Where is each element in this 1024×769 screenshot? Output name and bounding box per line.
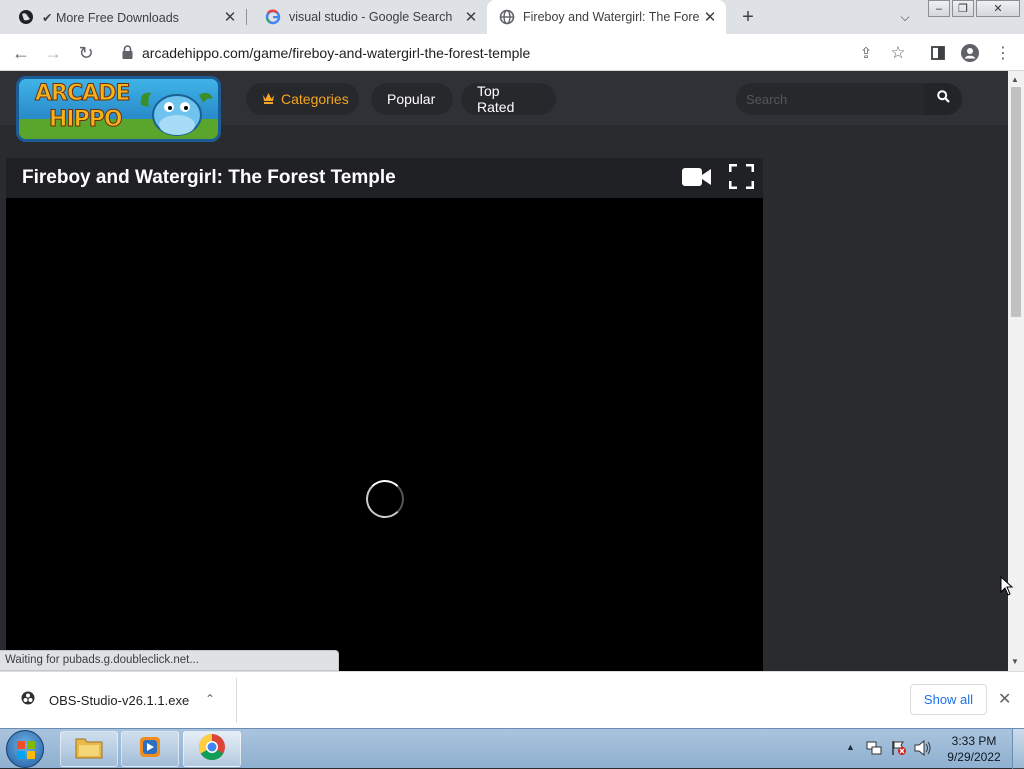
tab-fireboy-watergirl[interactable]: Fireboy and Watergirl: The Forest Temple…	[487, 0, 726, 34]
show-all-button[interactable]: Show all	[910, 684, 987, 715]
share-icon[interactable]: ⇪	[853, 40, 879, 66]
tab-title: ✔ More Free Downloads	[42, 10, 179, 25]
logo-text-hippo: HIPPO	[49, 107, 124, 133]
download-options-chevron-icon[interactable]: ⌃	[205, 692, 215, 706]
download-file-name: OBS-Studio-v26.1.1.exe	[49, 693, 190, 708]
back-arrow-icon[interactable]: ←	[8, 40, 34, 66]
popular-label: Popular	[387, 91, 436, 107]
download-shelf: OBS-Studio-v26.1.1.exe ⌃ Show all ✕	[0, 671, 1024, 728]
browser-tab-strip: ✔ More Free Downloads ✕ visual studio - …	[0, 0, 1024, 34]
action-center-flag-icon[interactable]	[891, 740, 907, 761]
tab-title: visual studio - Google Search	[289, 10, 453, 24]
status-bubble: Waiting for pubads.g.doubleclick.net...	[0, 650, 339, 671]
media-player-taskbar-button[interactable]	[121, 731, 179, 767]
game-title: Fireboy and Watergirl: The Forest Temple	[22, 167, 396, 188]
fullscreen-icon[interactable]	[728, 163, 755, 194]
google-g-icon	[265, 9, 281, 25]
scroll-down-arrow-icon[interactable]: ▼	[1011, 657, 1019, 666]
mouse-cursor-icon	[1000, 576, 1014, 596]
network-icon[interactable]	[866, 740, 882, 761]
logo-text-arcade: ARCADE	[34, 81, 130, 107]
bookmark-star-icon[interactable]: ☆	[885, 40, 911, 66]
forward-arrow-icon[interactable]: →	[40, 40, 66, 66]
tab-search-chevron-icon[interactable]: ⌵	[894, 8, 916, 26]
obs-file-icon	[21, 691, 35, 710]
crown-icon	[262, 91, 275, 107]
start-button[interactable]	[6, 730, 44, 768]
close-tab-icon[interactable]: ✕	[461, 7, 481, 27]
game-frame[interactable]	[6, 198, 763, 671]
windows-logo-icon	[17, 741, 35, 759]
volume-icon[interactable]	[914, 739, 932, 761]
close-window-icon[interactable]: ✕	[976, 0, 1020, 17]
scroll-up-arrow-icon[interactable]: ▲	[1011, 75, 1019, 84]
file-explorer-taskbar-button[interactable]	[60, 731, 118, 767]
chrome-taskbar-button[interactable]	[183, 731, 241, 767]
globe-icon	[499, 9, 515, 25]
game-title-bar: Fireboy and Watergirl: The Forest Temple	[6, 158, 763, 198]
profile-avatar-icon[interactable]	[957, 40, 983, 66]
system-clock[interactable]: 3:33 PM 9/29/2022	[940, 733, 1008, 765]
tab-more-free-downloads[interactable]: ✔ More Free Downloads ✕	[0, 0, 246, 34]
clock-time: 3:33 PM	[951, 734, 997, 748]
show-hidden-icons-icon[interactable]: ▲	[846, 742, 855, 752]
world-icon	[18, 9, 34, 25]
video-camera-icon[interactable]	[682, 167, 711, 192]
side-panel-icon[interactable]	[925, 40, 951, 66]
search-input[interactable]	[746, 89, 916, 109]
site-search	[736, 83, 962, 115]
search-icon	[936, 90, 950, 108]
browser-toolbar: ← → ↻ arcadehippo.com/game/fireboy-and-w…	[0, 34, 1024, 71]
reload-icon[interactable]: ↻	[73, 40, 99, 66]
tab-visual-studio-search[interactable]: visual studio - Google Search ✕	[247, 0, 487, 34]
loading-spinner-icon	[366, 480, 404, 518]
scrollbar-thumb[interactable]	[1011, 87, 1021, 317]
search-button[interactable]	[924, 83, 962, 115]
chrome-icon	[198, 733, 226, 766]
menu-kebab-icon[interactable]: ⋮	[990, 40, 1016, 66]
hippo-mascot-icon	[140, 92, 213, 136]
new-tab-plus-icon[interactable]: +	[736, 6, 760, 28]
lock-icon[interactable]	[122, 45, 133, 64]
minimize-window-icon[interactable]: ‒	[928, 0, 950, 17]
popular-button[interactable]: Popular	[371, 83, 453, 115]
top-rated-label: Top Rated	[477, 83, 515, 115]
close-tab-icon[interactable]: ✕	[220, 7, 240, 27]
address-bar[interactable]: arcadehippo.com/game/fireboy-and-watergi…	[108, 37, 914, 68]
show-desktop-button[interactable]	[1012, 729, 1024, 769]
download-item[interactable]: OBS-Studio-v26.1.1.exe ⌃	[0, 678, 237, 723]
folder-icon	[75, 735, 103, 764]
close-download-bar-icon[interactable]: ✕	[998, 689, 1011, 709]
url-text: arcadehippo.com/game/fireboy-and-watergi…	[142, 44, 531, 61]
top-rated-button[interactable]: Top Rated	[461, 83, 556, 115]
tab-title: Fireboy and Watergirl: The Forest Temple	[523, 10, 700, 24]
windows-taskbar: ▲ 3:33 PM 9/29/2022	[0, 728, 1024, 769]
categories-button[interactable]: Categories	[246, 83, 359, 115]
media-player-icon	[138, 735, 162, 764]
categories-label: Categories	[281, 91, 349, 107]
close-tab-icon[interactable]: ✕	[700, 7, 720, 27]
restore-window-icon[interactable]: ❐	[952, 0, 974, 17]
arcade-hippo-logo[interactable]: ARCADE HIPPO	[16, 76, 221, 142]
clock-date: 9/29/2022	[947, 750, 1001, 764]
